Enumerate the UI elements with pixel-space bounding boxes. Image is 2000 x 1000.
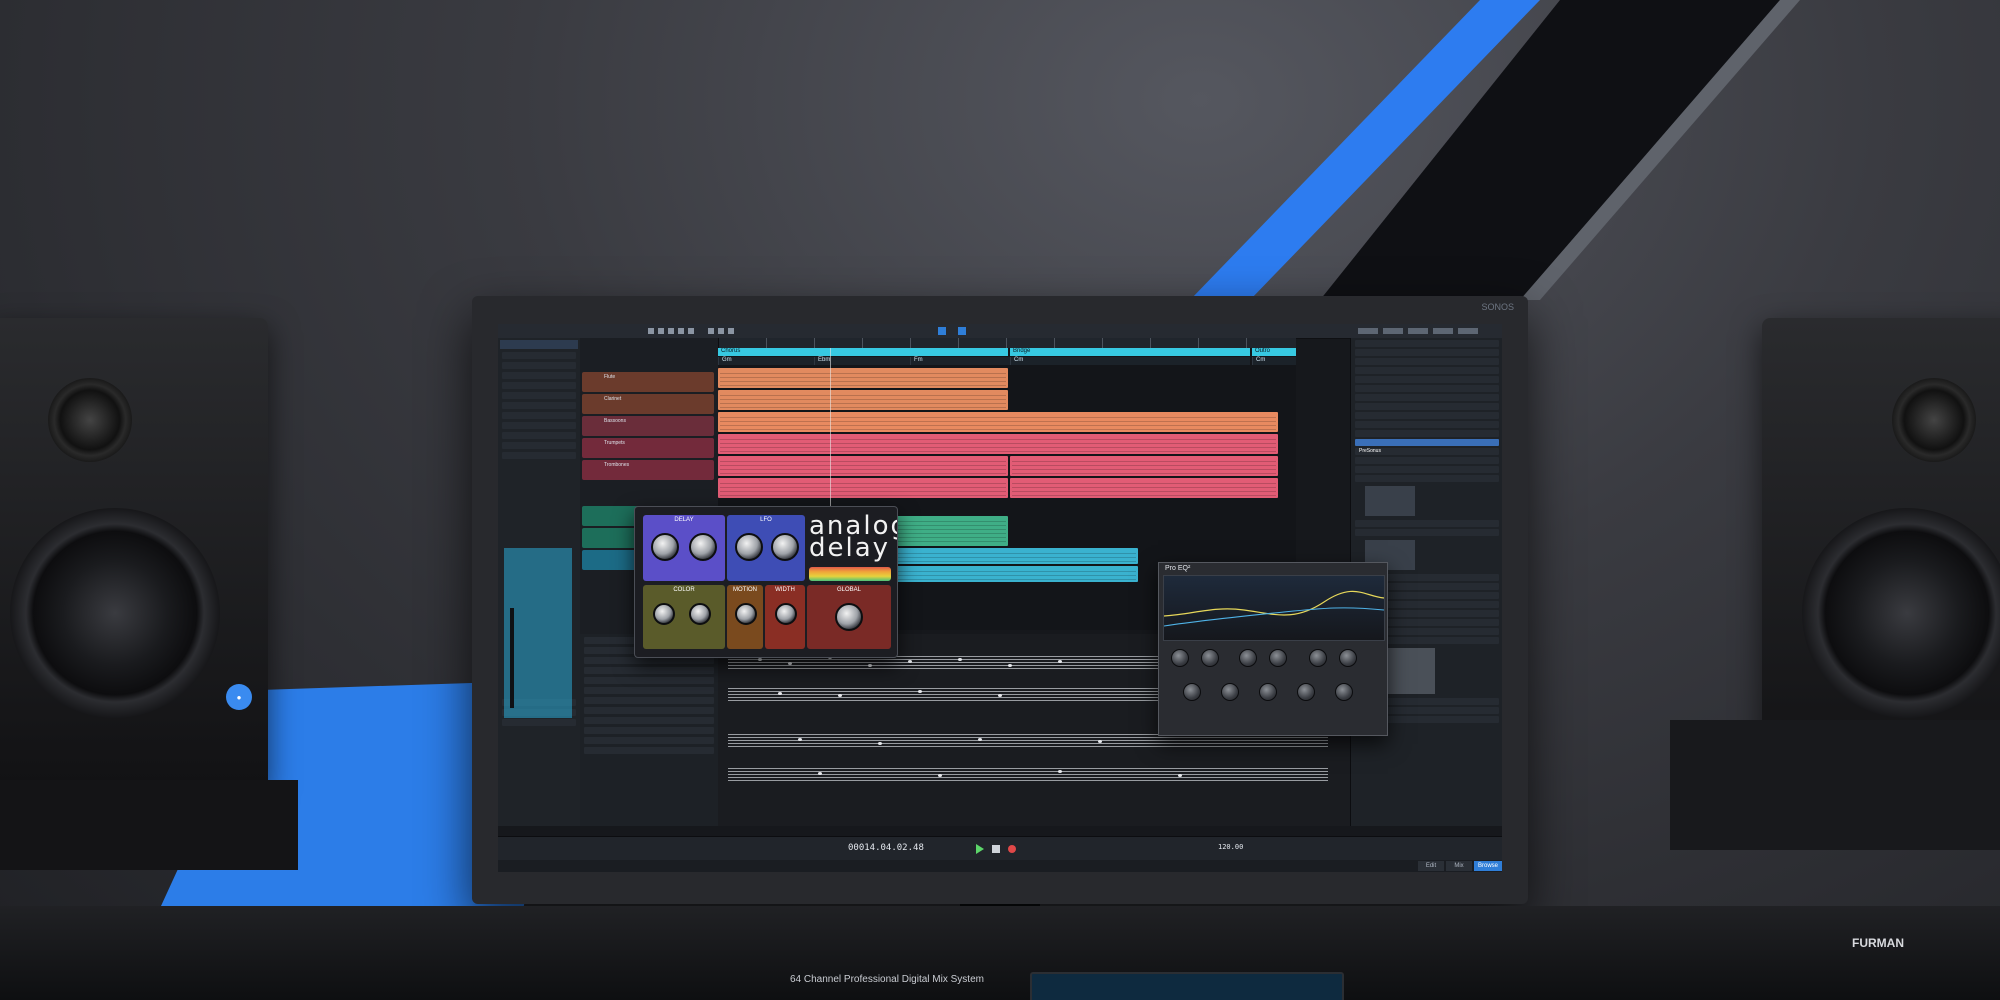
console-label: 64 Channel Professional Digital Mix Syst… xyxy=(790,974,984,985)
rack-brand: FURMAN xyxy=(1852,936,1904,950)
left-speaker-stand xyxy=(0,780,298,870)
eq-knob[interactable] xyxy=(1259,683,1277,701)
chord-marker[interactable]: Gm xyxy=(718,357,814,365)
lfo-rate-knob[interactable] xyxy=(735,533,763,561)
plugin-motion-section: MOTION xyxy=(727,585,763,649)
clip[interactable] xyxy=(718,434,1278,454)
track-name: Trombones xyxy=(604,462,630,468)
clip[interactable] xyxy=(718,456,1008,476)
track-name: Bassoons xyxy=(604,418,626,424)
clip[interactable] xyxy=(1010,478,1278,498)
status-bar: Edit Mix Browse xyxy=(498,860,1502,872)
clip[interactable] xyxy=(1010,456,1278,476)
section-marker[interactable]: Chorus xyxy=(718,348,1008,356)
lfo-depth-knob[interactable] xyxy=(771,533,799,561)
width-knob[interactable] xyxy=(775,603,797,625)
plugin-logo: analog delay xyxy=(809,511,897,563)
section-marker[interactable]: Outro xyxy=(1252,348,1296,356)
right-tweeter xyxy=(1892,378,1976,462)
clip[interactable] xyxy=(718,412,1278,432)
right-speaker-stand xyxy=(1670,720,2000,850)
browser-item-selected[interactable]: PreSonus xyxy=(1355,439,1499,454)
eq-curve xyxy=(1163,590,1385,627)
eq-knob[interactable] xyxy=(1221,683,1239,701)
section-marker[interactable]: Bridge xyxy=(1010,348,1250,356)
instrument-thumbnail[interactable] xyxy=(1365,486,1415,516)
right-speaker xyxy=(1762,318,2000,788)
eq-title: Pro EQ² xyxy=(1165,565,1191,572)
left-speaker: ● xyxy=(0,318,268,788)
clip[interactable] xyxy=(718,478,1008,498)
pro-eq-plugin[interactable]: Pro EQ² xyxy=(1158,562,1388,736)
transport-bar: 00014.04.02.48 120.00 xyxy=(498,836,1502,861)
left-woofer xyxy=(10,508,220,718)
inspector-header[interactable] xyxy=(500,340,578,349)
chord-marker[interactable]: Ebm xyxy=(814,357,910,365)
plugin-rainbow xyxy=(809,567,891,581)
track-row[interactable]: Trumpets xyxy=(582,438,714,458)
clip[interactable] xyxy=(718,368,1008,388)
plugin-width-section: WIDTH xyxy=(765,585,805,649)
channel-strip[interactable] xyxy=(504,548,572,718)
motion-knob[interactable] xyxy=(735,603,757,625)
left-tweeter xyxy=(48,378,132,462)
monitor-brand: SONOS xyxy=(1481,302,1514,312)
mix-knob[interactable] xyxy=(835,603,863,631)
play-icon[interactable] xyxy=(976,844,984,854)
daw-toolbar xyxy=(498,324,1502,339)
eq-knob[interactable] xyxy=(1171,649,1189,667)
tempo-display: 120.00 xyxy=(1218,843,1244,851)
track-row[interactable]: Trombones xyxy=(582,460,714,480)
track-row[interactable]: Flute xyxy=(582,372,714,392)
drive-knob[interactable] xyxy=(689,603,711,625)
right-woofer xyxy=(1802,508,2000,718)
channel-fader[interactable] xyxy=(510,608,514,708)
track-name: Clarinet xyxy=(604,396,622,402)
inspector-panel xyxy=(498,338,581,826)
eq-knob[interactable] xyxy=(1239,649,1257,667)
eq-knob[interactable] xyxy=(1269,649,1287,667)
track-name: Flute xyxy=(604,374,616,380)
speaker-logo-icon: ● xyxy=(226,684,252,710)
console-display xyxy=(1030,972,1344,1000)
toolbar-tools xyxy=(648,327,1478,335)
stop-icon[interactable] xyxy=(992,845,1000,853)
eq-knob[interactable] xyxy=(1309,649,1327,667)
browser-item-label: PreSonus xyxy=(1359,448,1381,454)
score-tool-panel xyxy=(580,634,719,826)
plugin-color-section: COLOR xyxy=(643,585,725,649)
timecode-display: 00014.04.02.48 xyxy=(848,843,924,853)
view-button-mix[interactable]: Mix xyxy=(1446,861,1472,871)
plugin-global-section: GLOBAL xyxy=(807,585,891,649)
plugin-delay-section: DELAY xyxy=(643,515,725,581)
plugin-lfo-section: LFO xyxy=(727,515,805,581)
view-button-browse[interactable]: Browse xyxy=(1474,861,1502,871)
feedback-knob[interactable] xyxy=(689,533,717,561)
view-button-edit[interactable]: Edit xyxy=(1418,861,1444,871)
track-name: Trumpets xyxy=(604,440,625,446)
eq-knob[interactable] xyxy=(1201,649,1219,667)
chord-marker[interactable]: Cm xyxy=(1010,357,1250,365)
chord-marker[interactable]: Cm xyxy=(1252,357,1296,365)
eq-graph[interactable] xyxy=(1163,575,1385,641)
clip[interactable] xyxy=(718,390,1008,410)
chord-marker[interactable]: Fm xyxy=(910,357,1010,365)
eq-knob[interactable] xyxy=(1339,649,1357,667)
record-icon[interactable] xyxy=(1008,845,1016,853)
eq-knob[interactable] xyxy=(1183,683,1201,701)
studio-scene: ● SONOS Flute Clarinet Bassoons Trumpets… xyxy=(0,0,2000,1000)
color-knob[interactable] xyxy=(653,603,675,625)
track-row[interactable]: Clarinet xyxy=(582,394,714,414)
eq-knob[interactable] xyxy=(1335,683,1353,701)
analog-delay-plugin[interactable]: DELAY LFO analog delay COLOR MOTION WIDT… xyxy=(634,506,898,658)
mixing-console xyxy=(0,906,2000,1000)
delay-time-knob[interactable] xyxy=(651,533,679,561)
eq-knob[interactable] xyxy=(1297,683,1315,701)
track-row[interactable]: Bassoons xyxy=(582,416,714,436)
